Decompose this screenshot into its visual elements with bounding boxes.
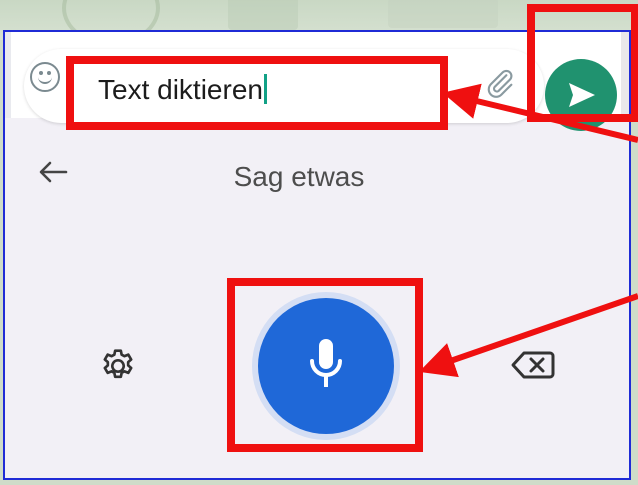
backspace-icon[interactable] [510, 349, 556, 381]
message-input-value: Text diktieren [98, 74, 263, 105]
voice-prompt: Sag etwas [0, 161, 638, 193]
background-blur-block [228, 0, 298, 30]
microphone-button[interactable] [258, 298, 394, 434]
voice-prompt-label: Sag etwas [233, 161, 365, 192]
emoji-icon[interactable] [30, 62, 60, 92]
send-icon [569, 83, 595, 107]
background-blur-block [388, 0, 498, 28]
gear-icon[interactable] [98, 346, 138, 386]
microphone-icon [310, 339, 342, 387]
paperclip-icon[interactable] [483, 66, 517, 100]
send-button[interactable] [545, 59, 617, 131]
message-input-text[interactable]: Text diktieren [98, 74, 267, 106]
text-cursor [263, 74, 267, 104]
